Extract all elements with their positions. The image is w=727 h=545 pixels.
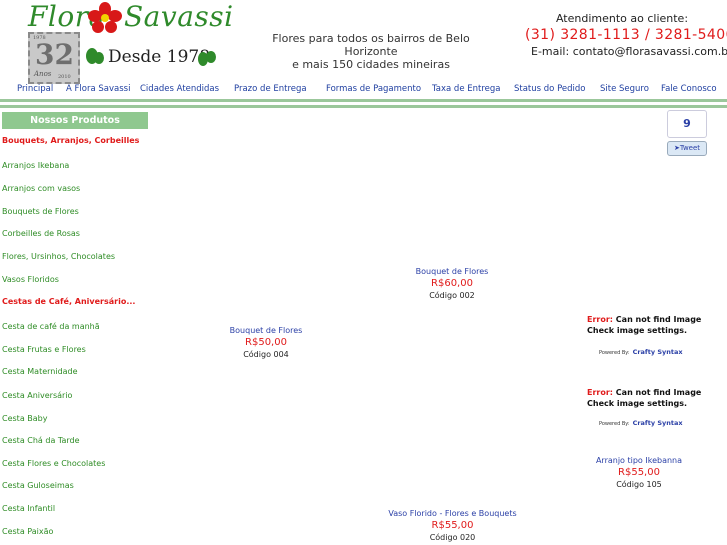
- product-code: Código 020: [429, 533, 476, 542]
- product-card[interactable]: Bouquet de Flores R$50,00 Código 004: [216, 326, 316, 359]
- tagline: Flores para todos os bairros de Belo Hor…: [250, 32, 492, 71]
- contact-title: Atendimento ao cliente:: [555, 12, 689, 25]
- product-price: R$50,00: [245, 337, 287, 348]
- category-link[interactable]: Cesta Chá da Tarde: [2, 436, 80, 445]
- nav-principal[interactable]: Principal: [17, 84, 53, 94]
- product-card[interactable]: Vaso Florido - Flores e Bouquets R$55,00…: [380, 509, 525, 542]
- live-help-error: Error: Can not find Image Check image se…: [587, 387, 701, 409]
- product-name[interactable]: Bouquet de Flores: [216, 326, 316, 335]
- category-link[interactable]: Cesta Paixão: [2, 527, 53, 536]
- error-hint: Check image settings.: [587, 326, 688, 335]
- product-price: R$60,00: [431, 278, 473, 289]
- error-message: Can not find Image: [615, 388, 702, 397]
- leaf-right-icon: [196, 48, 218, 68]
- category-link[interactable]: Cesta Flores e Chocolates: [2, 459, 105, 468]
- product-card[interactable]: Bouquet de Flores R$60,00 Código 002: [402, 267, 502, 300]
- product-price: R$55,00: [431, 520, 474, 531]
- phone-numbers: (31) 3281-1113 / 3281-5406: [525, 27, 727, 43]
- live-help-error: Error: Can not find Image Check image se…: [587, 314, 701, 336]
- contact-email[interactable]: E-mail: contato@florasavassi.com.br: [531, 45, 727, 58]
- nav-status-do-pedido[interactable]: Status do Pedido: [514, 84, 586, 94]
- powered-by-brand[interactable]: Crafty Syntax: [633, 419, 683, 427]
- tweet-count: 9: [667, 110, 707, 138]
- nav-taxa-de-entrega[interactable]: Taxa de Entrega: [432, 84, 501, 94]
- product-name[interactable]: Bouquet de Flores: [402, 267, 502, 276]
- product-code: Código 004: [243, 350, 289, 359]
- powered-by-brand[interactable]: Crafty Syntax: [633, 348, 683, 356]
- category-link[interactable]: Cesta Aniversário: [2, 391, 72, 400]
- divider-bottom: [0, 105, 727, 108]
- category-link[interactable]: Corbeilles de Rosas: [2, 229, 80, 238]
- stamp-label: Anos: [34, 70, 52, 78]
- tweet-button[interactable]: ➤Tweet: [667, 141, 707, 156]
- error-label: Error:: [587, 388, 613, 397]
- category-link[interactable]: Cesta Guloseimas: [2, 481, 74, 490]
- since-year: Desde 1978: [108, 47, 211, 67]
- category-link[interactable]: Flores, Ursinhos, Chocolates: [2, 252, 115, 261]
- category-heading[interactable]: Cestas de Café, Aniversário...: [2, 297, 135, 306]
- powered-by[interactable]: Powered By: Crafty Syntax: [599, 419, 683, 427]
- logo-text-right[interactable]: Savassi: [124, 0, 234, 33]
- nav-a-flora-savassi[interactable]: A Flora Savassi: [66, 84, 130, 94]
- powered-by-label: Powered By:: [599, 350, 630, 356]
- stamp-years: 32: [35, 38, 74, 71]
- product-code: Código 105: [616, 480, 662, 489]
- nav-site-seguro[interactable]: Site Seguro: [600, 84, 649, 94]
- category-heading[interactable]: Bouquets, Arranjos, Corbeilles: [2, 136, 139, 145]
- tagline-line-1: Flores para todos os bairros de Belo Hor…: [272, 32, 470, 58]
- category-link[interactable]: Cesta de café da manhã: [2, 322, 100, 331]
- nav-cidades-atendidas[interactable]: Cidades Atendidas: [140, 84, 219, 94]
- tweet-label: Tweet: [679, 144, 701, 152]
- category-link[interactable]: Vasos Floridos: [2, 275, 59, 284]
- error-hint: Check image settings.: [587, 399, 688, 408]
- category-link[interactable]: Cesta Maternidade: [2, 367, 78, 376]
- error-label: Error:: [587, 315, 613, 324]
- product-code: Código 002: [429, 291, 475, 300]
- category-link[interactable]: Cesta Baby: [2, 414, 47, 423]
- category-link[interactable]: Arranjos com vasos: [2, 184, 80, 193]
- product-price: R$55,00: [618, 467, 660, 478]
- powered-by[interactable]: Powered By: Crafty Syntax: [599, 348, 683, 356]
- category-link[interactable]: Cesta Infantil: [2, 504, 55, 513]
- powered-by-label: Powered By:: [599, 421, 630, 427]
- category-link[interactable]: Cesta Frutas e Flores: [2, 345, 86, 354]
- product-card[interactable]: Arranjo tipo Ikebanna R$55,00 Código 105: [589, 456, 689, 489]
- tagline-line-2: e mais 150 cidades mineiras: [292, 58, 450, 71]
- product-name[interactable]: Vaso Florido - Flores e Bouquets: [380, 509, 525, 518]
- divider-top: [0, 99, 727, 102]
- anniversary-stamp: 1978 32 Anos 2010: [28, 32, 80, 84]
- category-link[interactable]: Arranjos Ikebana: [2, 161, 69, 170]
- nav-prazo-de-entrega[interactable]: Prazo de Entrega: [234, 84, 307, 94]
- stamp-to: 2010: [58, 74, 71, 80]
- flower-icon: [88, 2, 122, 34]
- products-heading: Nossos Produtos: [2, 112, 148, 129]
- product-name[interactable]: Arranjo tipo Ikebanna: [589, 456, 689, 465]
- category-link[interactable]: Bouquets de Flores: [2, 207, 79, 216]
- nav-fale-conosco[interactable]: Fale Conosco: [661, 84, 717, 94]
- error-message: Can not find Image: [615, 315, 702, 324]
- leaf-left-icon: [84, 46, 106, 66]
- nav-formas-de-pagamento[interactable]: Formas de Pagamento: [326, 84, 421, 94]
